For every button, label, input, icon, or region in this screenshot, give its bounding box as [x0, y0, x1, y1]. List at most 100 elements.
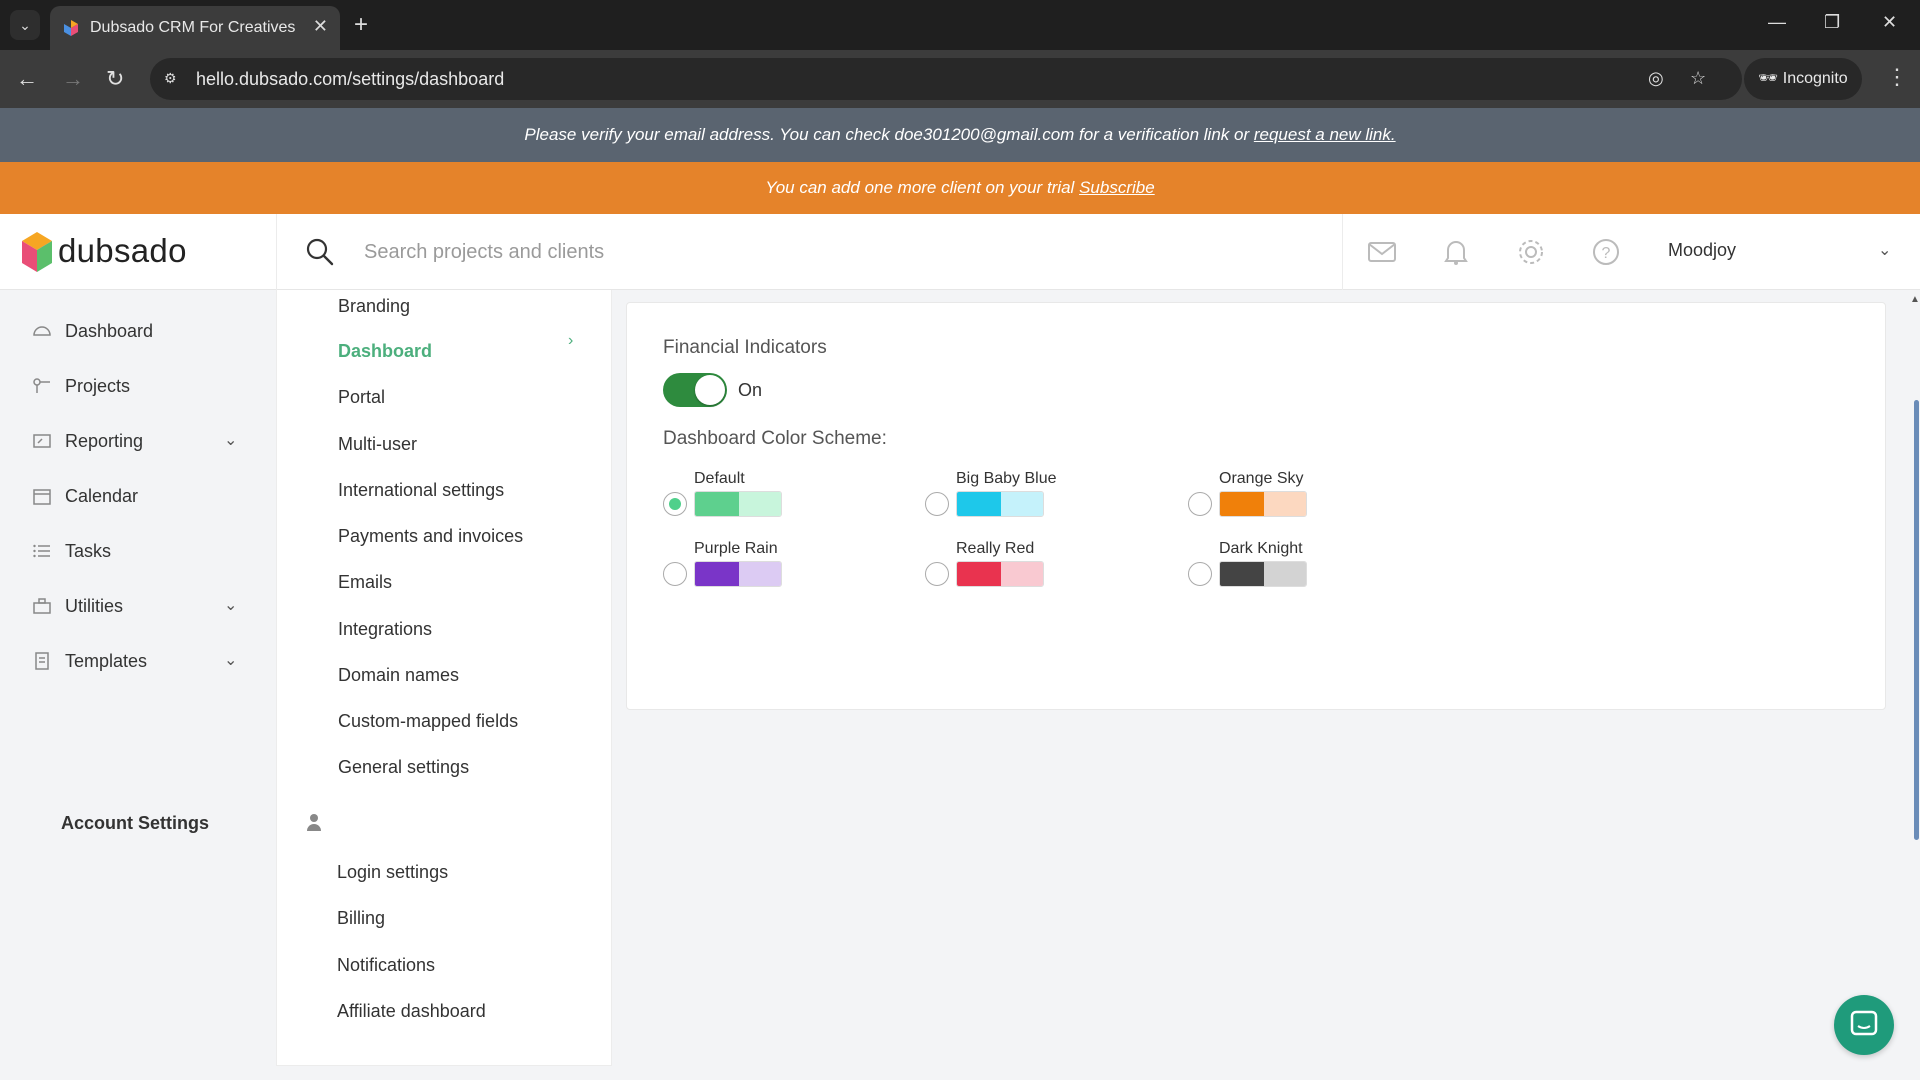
incognito-badge[interactable]: 🕶 Incognito: [1744, 58, 1862, 100]
reload-icon[interactable]: ↻: [106, 66, 124, 92]
trial-banner: You can add one more client on your tria…: [0, 162, 1920, 214]
trial-text: You can add one more client on your tria…: [765, 178, 1075, 197]
settings-item-domain-names[interactable]: Domain names: [338, 665, 459, 686]
settings-item-portal[interactable]: Portal: [338, 387, 385, 408]
scroll-up-icon[interactable]: ▲: [1910, 294, 1920, 305]
templates-icon: [35, 652, 49, 670]
scheme-name: Dark Knight: [1219, 540, 1303, 557]
restore-icon[interactable]: ❐: [1824, 12, 1840, 33]
tasks-icon: [33, 544, 50, 558]
scheme-really-red[interactable]: Really Red: [925, 540, 1155, 596]
header-divider: [1342, 214, 1343, 290]
settings-item-international[interactable]: International settings: [338, 480, 504, 501]
chevron-down-icon[interactable]: ⌄: [1878, 240, 1891, 260]
nav-label: Tasks: [65, 541, 112, 561]
forward-icon[interactable]: →: [62, 66, 84, 92]
scheme-default[interactable]: Default: [663, 470, 893, 526]
url-text[interactable]: hello.dubsado.com/settings/dashboard: [196, 69, 504, 90]
calendar-icon: [33, 489, 51, 505]
browser-tab[interactable]: Dubsado CRM For Creatives ✕: [50, 6, 340, 50]
settings-item-affiliate[interactable]: Affiliate dashboard: [337, 1001, 486, 1022]
scheme-swatch: [694, 491, 782, 517]
nav-label: Reporting: [65, 431, 144, 451]
scheme-big-baby-blue[interactable]: Big Baby Blue: [925, 470, 1155, 526]
tab-list-button[interactable]: ⌄: [10, 10, 40, 40]
settings-item-billing[interactable]: Billing: [337, 908, 385, 929]
toggle-knob: [695, 375, 725, 405]
user-icon: [307, 814, 321, 831]
nav-item-dashboard[interactable]: Dashboard: [0, 308, 276, 354]
chat-button[interactable]: [1834, 995, 1894, 1055]
nav-label: Utilities: [65, 596, 124, 616]
settings-item-login[interactable]: Login settings: [337, 862, 448, 883]
help-icon[interactable]: ?: [1590, 236, 1622, 268]
chevron-down-icon[interactable]: ⌄: [224, 430, 237, 450]
chevron-down-icon[interactable]: ⌄: [224, 595, 237, 615]
scheme-radio[interactable]: [1188, 492, 1212, 516]
gear-icon[interactable]: [1515, 236, 1547, 268]
dashboard-icon: [33, 326, 51, 336]
browser-tab-bar: ⌄ Dubsado CRM For Creatives ✕ + — ❐ ✕: [0, 0, 1920, 50]
nav-item-tasks[interactable]: Tasks: [0, 528, 276, 574]
dubsado-logo[interactable]: dubsado: [22, 228, 272, 276]
settings-item-emails[interactable]: Emails: [338, 572, 392, 593]
address-bar[interactable]: ⚙ hello.dubsado.com/settings/dashboard ◎…: [150, 58, 1742, 100]
scheme-name: Big Baby Blue: [956, 470, 1057, 487]
new-tab-icon[interactable]: +: [354, 10, 368, 40]
subscribe-link[interactable]: Subscribe: [1079, 178, 1155, 197]
settings-item-dashboard[interactable]: Dashboard: [338, 341, 432, 362]
eye-off-icon[interactable]: ◎: [1648, 68, 1664, 89]
scheme-orange-sky[interactable]: Orange Sky: [1188, 470, 1418, 526]
bell-icon[interactable]: [1440, 236, 1472, 268]
settings-nav: Branding Dashboard Portal Multi-user Int…: [276, 290, 612, 1066]
scheme-swatch: [956, 561, 1044, 587]
nav-item-projects[interactable]: Projects: [0, 363, 276, 409]
toggle-state-label: On: [738, 380, 763, 400]
nav-label: Projects: [65, 376, 131, 396]
financial-indicators-toggle[interactable]: [663, 373, 727, 407]
settings-item-custom-fields[interactable]: Custom-mapped fields: [338, 711, 518, 732]
nav-item-reporting[interactable]: Reporting ⌄: [0, 418, 276, 464]
nav-item-calendar[interactable]: Calendar: [0, 473, 276, 519]
nav-item-templates[interactable]: Templates ⌄: [0, 638, 276, 684]
scheme-purple-rain[interactable]: Purple Rain: [663, 540, 893, 596]
search-input[interactable]: [364, 232, 1324, 272]
minimize-icon[interactable]: —: [1768, 12, 1786, 33]
settings-item-multi-user[interactable]: Multi-user: [338, 434, 417, 455]
settings-item-branding[interactable]: Branding: [338, 296, 410, 317]
scheme-radio[interactable]: [663, 562, 687, 586]
utilities-icon: [33, 598, 51, 614]
tab-close-icon[interactable]: ✕: [313, 16, 328, 37]
scheme-radio[interactable]: [925, 492, 949, 516]
browser-menu-icon[interactable]: ⋮: [1886, 64, 1908, 90]
settings-item-notifications[interactable]: Notifications: [337, 955, 435, 976]
star-icon[interactable]: ☆: [1690, 68, 1706, 89]
scheme-dark-knight[interactable]: Dark Knight: [1188, 540, 1418, 596]
logo-text: dubsado: [58, 232, 187, 269]
scheme-name: Purple Rain: [694, 540, 778, 557]
settings-item-integrations[interactable]: Integrations: [338, 619, 432, 640]
scheme-name: Really Red: [956, 540, 1035, 557]
scheme-radio[interactable]: [1188, 562, 1212, 586]
site-info-icon[interactable]: ⚙: [164, 70, 182, 88]
search-icon[interactable]: [304, 236, 336, 268]
nav-item-utilities[interactable]: Utilities ⌄: [0, 583, 276, 629]
nav-label: Templates: [65, 651, 148, 671]
app-header: dubsado ? Moodjoy ⌄: [0, 214, 1920, 290]
request-new-link[interactable]: request a new link.: [1254, 125, 1396, 144]
user-menu-name[interactable]: Moodjoy: [1668, 240, 1736, 261]
mail-icon[interactable]: [1366, 236, 1398, 268]
dubsado-logo-icon: [22, 232, 52, 272]
scheme-radio[interactable]: [925, 562, 949, 586]
scrollbar-thumb[interactable]: [1914, 400, 1919, 840]
scheme-radio[interactable]: [663, 492, 687, 516]
chevron-down-icon[interactable]: ⌄: [224, 650, 237, 670]
scheme-swatch: [694, 561, 782, 587]
chevron-right-icon: ›: [568, 332, 574, 349]
close-window-icon[interactable]: ✕: [1882, 12, 1897, 33]
projects-icon: [33, 378, 50, 393]
settings-item-payments[interactable]: Payments and invoices: [338, 526, 523, 547]
svg-text:?: ?: [1602, 245, 1611, 262]
settings-item-general[interactable]: General settings: [338, 757, 469, 778]
back-icon[interactable]: ←: [16, 66, 38, 92]
